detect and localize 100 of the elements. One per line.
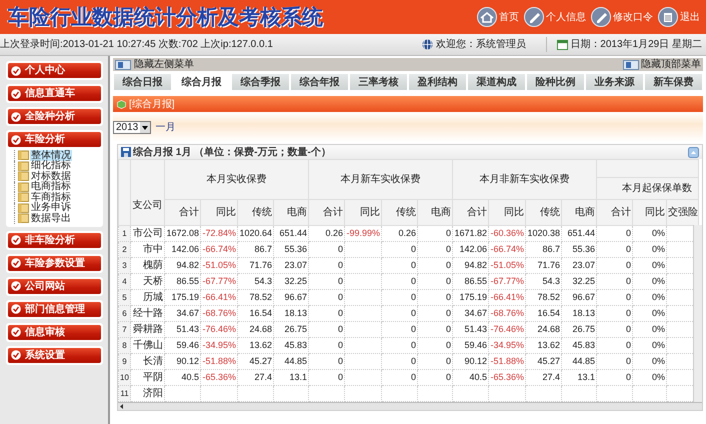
table-header: 本月实收保费 bbox=[164, 160, 308, 200]
tab[interactable]: 盈利结构 bbox=[408, 73, 467, 91]
table-cell: 142.06 bbox=[452, 242, 488, 258]
table-cell: 13.62 bbox=[238, 338, 274, 354]
save-icon bbox=[121, 147, 131, 157]
collapse-icon[interactable] bbox=[688, 146, 699, 158]
check-icon bbox=[11, 235, 21, 245]
nav-link[interactable]: 首页 bbox=[477, 7, 519, 27]
table-cell: 0 bbox=[308, 306, 344, 322]
panel-toggle-icon[interactable] bbox=[115, 60, 131, 70]
table-cell: 45.27 bbox=[238, 354, 274, 370]
vertical-scrollbar[interactable] bbox=[693, 225, 702, 402]
table-cell: 27.4 bbox=[238, 370, 274, 386]
table-cell: 1672.08 bbox=[164, 226, 200, 242]
tab[interactable]: 综合季报 bbox=[231, 73, 290, 91]
sidebar-menu-button[interactable]: 信息直通车 bbox=[8, 86, 101, 101]
tree-item[interactable]: 业务申诉 bbox=[30, 202, 72, 214]
table-cell: 26.75 bbox=[562, 322, 596, 338]
sidebar-menu-button[interactable]: 非车险分析 bbox=[8, 232, 101, 248]
table-cell: 0 bbox=[418, 226, 452, 242]
caret-icon bbox=[140, 122, 150, 132]
table-cell: 0 bbox=[596, 290, 632, 306]
year-select[interactable]: 2013 bbox=[113, 120, 152, 134]
table-cell: 175.19 bbox=[452, 290, 488, 306]
table-cell: 0.26 bbox=[382, 226, 418, 242]
check-icon bbox=[11, 258, 21, 268]
tree-item[interactable]: 数据导出 bbox=[30, 212, 72, 224]
table-cell: -76.46% bbox=[488, 322, 526, 338]
column-header: 同比 bbox=[200, 200, 238, 226]
nav-link[interactable]: 个人信息 bbox=[524, 7, 586, 27]
sidebar-menu-button[interactable]: 全险种分析 bbox=[8, 109, 101, 124]
home-icon bbox=[477, 7, 497, 27]
sidebar-menu-button[interactable]: 个人中心 bbox=[8, 63, 101, 78]
tab[interactable]: 新车保费 bbox=[644, 73, 703, 91]
table-cell: 0 bbox=[418, 306, 452, 322]
table-cell: 32.25 bbox=[274, 274, 308, 290]
sidebar-menu-button[interactable]: 公司网站 bbox=[8, 278, 101, 294]
tree-item[interactable]: 对标数据 bbox=[30, 170, 72, 182]
nav-link[interactable]: 修改口令 bbox=[591, 7, 653, 27]
sidebar-menu-button[interactable]: 信息审核 bbox=[8, 324, 101, 340]
tab[interactable]: 险种比例 bbox=[526, 73, 585, 91]
tree-item[interactable]: 电商指标 bbox=[30, 181, 72, 192]
nav-link[interactable]: 退出 bbox=[658, 7, 700, 27]
table-cell: 16.54 bbox=[238, 306, 274, 322]
table-cell: 0 bbox=[382, 338, 418, 354]
tree-item[interactable]: 车商指标 bbox=[30, 192, 72, 203]
tab[interactable]: 渠道构成 bbox=[467, 73, 526, 91]
table-cell: 长清 bbox=[130, 354, 164, 370]
row-number: 4 bbox=[118, 274, 130, 290]
table-cell: 0% bbox=[632, 306, 666, 322]
table-cell: 0% bbox=[632, 354, 666, 370]
column-header: 传统 bbox=[382, 200, 418, 226]
table-cell: 0 bbox=[596, 274, 632, 290]
table-cell: 27.4 bbox=[526, 370, 562, 386]
column-header: 合计 bbox=[596, 200, 632, 226]
row-number: 6 bbox=[118, 306, 130, 322]
hide-left-menu-link[interactable]: 隐藏左侧菜单 bbox=[134, 57, 194, 72]
folder-icon bbox=[18, 171, 29, 182]
sidebar-menu-button[interactable]: 部门信息管理 bbox=[8, 302, 101, 316]
check-icon bbox=[11, 327, 21, 337]
tab[interactable]: 综合日报 bbox=[113, 73, 172, 91]
table-cell: 0 bbox=[308, 354, 344, 370]
table-cell: 0 bbox=[418, 290, 452, 306]
folder-icon bbox=[18, 192, 29, 202]
table-cell: 0 bbox=[596, 370, 632, 386]
table-cell: 0 bbox=[308, 290, 344, 306]
table-cell: 0 bbox=[418, 242, 452, 258]
table-header: 本月起保保单数 bbox=[621, 182, 694, 196]
folder-icon bbox=[18, 213, 29, 224]
pencil-icon bbox=[524, 7, 544, 27]
sidebar-menu-button[interactable]: 系统设置 bbox=[8, 348, 101, 362]
table-cell: 90.12 bbox=[164, 354, 200, 370]
column-header: 合计 bbox=[164, 200, 200, 226]
horizontal-scrollbar[interactable] bbox=[118, 402, 702, 410]
table-cell: 94.82 bbox=[164, 258, 200, 274]
table-cell: -60.36% bbox=[488, 226, 526, 242]
row-number: 1 bbox=[118, 226, 130, 242]
table-cell: 天桥 bbox=[130, 274, 164, 290]
table-header: 支公司 bbox=[130, 160, 164, 226]
table-cell: 1671.82 bbox=[452, 226, 488, 242]
folder-icon bbox=[18, 182, 29, 192]
table-cell: 45.27 bbox=[526, 354, 562, 370]
tab[interactable]: 三率考核 bbox=[349, 73, 408, 91]
table-cell: 16.54 bbox=[526, 306, 562, 322]
table-cell: -51.05% bbox=[488, 258, 526, 274]
table-cell: 0 bbox=[418, 322, 452, 338]
table-cell: 34.67 bbox=[164, 306, 200, 322]
hide-top-menu-link[interactable]: 隐藏顶部菜单 bbox=[641, 57, 701, 72]
tab[interactable]: 业务来源 bbox=[585, 73, 644, 91]
table-cell: 44.85 bbox=[562, 354, 596, 370]
tab[interactable]: 综合年报 bbox=[290, 73, 349, 91]
sidebar-menu-button[interactable]: 车险分析 bbox=[8, 132, 101, 147]
panel-toggle-icon[interactable] bbox=[622, 60, 638, 70]
row-number: 11 bbox=[118, 386, 130, 402]
table-cell: -67.77% bbox=[200, 274, 238, 290]
table-cell: 142.06 bbox=[164, 242, 200, 258]
tree-item[interactable]: 细化指标 bbox=[30, 160, 72, 172]
table-cell: 24.68 bbox=[238, 322, 274, 338]
tree-item[interactable]: 整体情况 bbox=[30, 150, 72, 161]
sidebar-menu-button[interactable]: 车险参数设置 bbox=[8, 256, 101, 270]
